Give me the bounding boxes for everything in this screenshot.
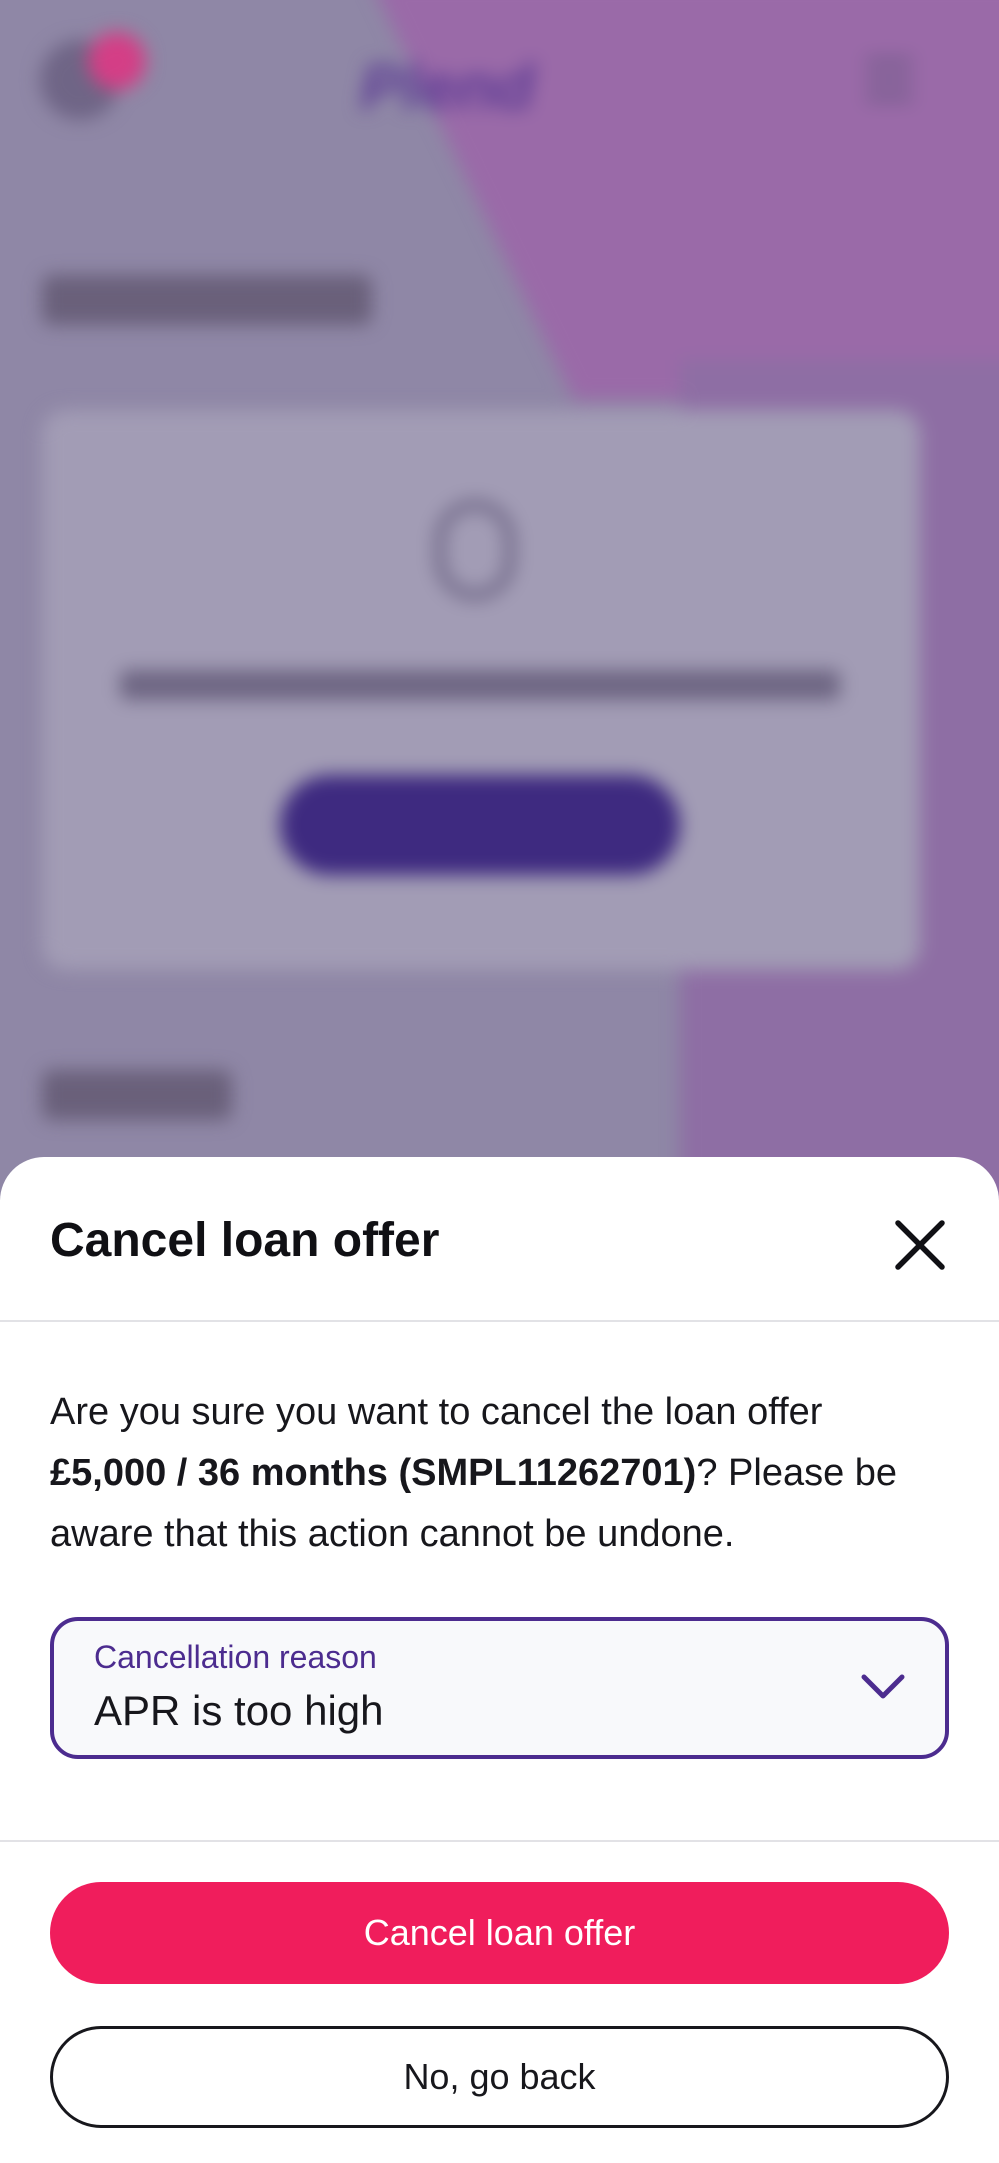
sheet-body: Are you sure you want to cancel the loan… <box>0 1322 999 1842</box>
background-heading <box>42 1070 232 1120</box>
sheet-header: Cancel loan offer <box>0 1157 999 1322</box>
go-back-button[interactable]: No, go back <box>50 2026 949 2128</box>
cancel-loan-offer-button[interactable]: Cancel loan offer <box>50 1882 949 1984</box>
empty-state-icon <box>435 500 515 600</box>
cancellation-reason-select[interactable]: Cancellation reason APR is too high <box>50 1617 949 1759</box>
message-text: Are you sure you want to cancel the loan… <box>50 1391 823 1433</box>
cancel-loan-offer-sheet: Cancel loan offer Are you sure you want … <box>0 1157 999 2163</box>
cancellation-reason-label: Cancellation reason <box>94 1639 377 1675</box>
loan-offer-summary: £5,000 / 36 months (SMPL11262701) <box>50 1452 697 1494</box>
screen: Plend Cancel loan offer Are you sure you… <box>0 0 999 2163</box>
menu-icon <box>865 58 913 108</box>
cancellation-reason-value: APR is too high <box>94 1687 384 1734</box>
sheet-actions: Cancel loan offer No, go back <box>0 1842 999 2128</box>
background-text <box>120 670 840 700</box>
close-button[interactable] <box>880 1205 960 1285</box>
background-button <box>280 775 680 875</box>
chevron-down-icon <box>861 1674 905 1699</box>
brand-logo: Plend <box>360 51 535 123</box>
sheet-title: Cancel loan offer <box>50 1214 440 1267</box>
app-logo-dot-icon <box>88 32 146 90</box>
background-content: Plend <box>0 0 999 1200</box>
background-heading <box>42 275 372 325</box>
close-icon <box>895 1220 945 1270</box>
confirmation-message: Are you sure you want to cancel the loan… <box>50 1382 949 1565</box>
blurred-background: Plend <box>0 0 999 1200</box>
